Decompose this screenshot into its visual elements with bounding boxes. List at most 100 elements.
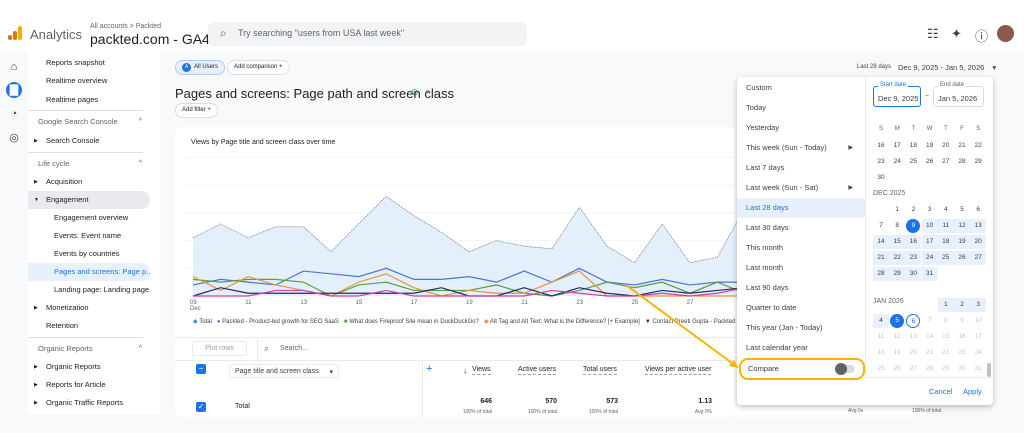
dimension-dropdown[interactable]: Page title and screen class ▾ — [229, 364, 339, 378]
cancel-button[interactable]: Cancel — [929, 387, 952, 396]
calendar-day[interactable]: 18 — [905, 139, 921, 153]
calendar-day[interactable]: 29 — [970, 155, 986, 169]
sidebar-item[interactable]: ▶ Acquisition — [28, 173, 150, 191]
home-icon[interactable]: ⌂ — [6, 59, 22, 75]
calendar-day[interactable]: 5 — [890, 314, 905, 328]
column-views-per-active-user[interactable]: Views per active user — [645, 366, 712, 375]
date-option[interactable]: Today — [737, 98, 865, 118]
search-input[interactable]: Try searching "users from USA last week" — [238, 28, 404, 38]
calendar-day[interactable]: 12 — [954, 219, 970, 233]
search-bar[interactable]: ⌕ Try searching "users from USA last wee… — [208, 22, 527, 46]
calendar-day[interactable]: 30 — [873, 171, 889, 185]
sidebar-item[interactable]: Engagement overview — [28, 209, 150, 227]
sidebar-item[interactable]: Life cycle ^ — [28, 155, 150, 173]
calendar-day[interactable]: 21 — [954, 139, 970, 153]
column-active-users[interactable]: Active users — [518, 366, 557, 375]
calendar-day[interactable]: 28 — [873, 267, 889, 281]
reports-icon[interactable]: ▇ — [6, 82, 22, 98]
calendar-day[interactable]: 8 — [889, 219, 905, 233]
calendar-day[interactable]: 19 — [954, 235, 970, 249]
date-option[interactable]: This week (Sun - Today) ▶ — [737, 138, 865, 158]
date-option[interactable]: Last month — [737, 258, 865, 278]
advertising-icon[interactable]: ◎ — [6, 130, 22, 146]
calendar-day[interactable]: 26 — [954, 251, 970, 265]
calendar-day[interactable]: 20 — [970, 235, 987, 249]
calendar-day[interactable]: 11 — [937, 219, 954, 233]
date-range-selector[interactable]: Dec 9, 2025 - Jan 5, 2026 ▾ — [898, 63, 996, 72]
calendar-day[interactable]: 23 — [905, 251, 922, 265]
help-icon[interactable]: ⓘ — [975, 26, 988, 45]
calendar-day[interactable]: 27 — [970, 251, 987, 265]
breadcrumb[interactable]: All accounts > Packted — [90, 23, 161, 30]
date-option[interactable]: Last calendar year — [737, 338, 865, 358]
calendar-day[interactable]: 19 — [922, 139, 938, 153]
calendar-day[interactable]: 20 — [938, 139, 954, 153]
calendar-day[interactable]: 2 — [954, 298, 970, 312]
calendar-day[interactable]: 1 — [937, 298, 954, 312]
calendar-scrollbar[interactable] — [987, 363, 991, 377]
calendar-day[interactable]: 6 — [970, 203, 986, 217]
date-option[interactable]: Last 28 days — [737, 198, 865, 218]
date-option[interactable]: Last 7 days — [737, 158, 865, 178]
compare-toggle[interactable] — [835, 363, 855, 375]
calendar-day[interactable]: 7 — [873, 219, 889, 233]
sidebar-item[interactable]: ▶ Monetization — [28, 299, 150, 317]
date-option[interactable]: Last 30 days — [737, 218, 865, 238]
chevron-up-icon[interactable]: ^ — [139, 340, 142, 358]
sidebar-item[interactable]: ▶ Organic Reports — [28, 358, 150, 376]
calendar-day[interactable]: 4 — [938, 203, 954, 217]
calendar-day[interactable]: 5 — [954, 203, 970, 217]
sidebar-item[interactable]: Pages and screens: Page p... — [28, 263, 150, 281]
calendar-day[interactable]: 21 — [873, 251, 889, 265]
property-selector[interactable]: packted.com - GA4 ▾ — [90, 31, 221, 48]
calendar-day[interactable]: 16 — [905, 235, 922, 249]
calendar-day[interactable]: 22 — [970, 139, 986, 153]
calendar-day[interactable]: 10 — [921, 219, 938, 233]
date-option[interactable]: Last 90 days — [737, 278, 865, 298]
calendar-day[interactable]: 6 — [906, 314, 921, 328]
column-views[interactable]: Views — [472, 366, 491, 375]
chevron-up-icon[interactable]: ^ — [139, 113, 142, 131]
calendar-day[interactable]: 23 — [873, 155, 889, 169]
calendar-day[interactable]: 28 — [954, 155, 970, 169]
sidebar-item[interactable]: Reports snapshot — [28, 54, 150, 72]
avatar[interactable] — [997, 25, 1014, 42]
calendar-day[interactable]: 14 — [873, 235, 889, 249]
add-comparison-button[interactable]: Add comparison + — [227, 60, 290, 75]
calendar-day[interactable]: 2 — [905, 203, 921, 217]
add-dimension-icon[interactable]: + — [426, 363, 432, 375]
total-row-checkbox[interactable]: ✓ — [196, 402, 206, 412]
legend-item[interactable]: ■ What does Fireproof Site mean in DuckD… — [344, 319, 479, 325]
calendar-day[interactable]: 17 — [921, 235, 938, 249]
date-option[interactable]: Custom — [737, 78, 865, 98]
calendar-day[interactable]: 9 — [906, 219, 921, 233]
select-all-checkbox[interactable]: − — [196, 364, 206, 374]
calendar-day[interactable]: 18 — [937, 235, 954, 249]
explore-icon[interactable]: ◔ — [6, 106, 22, 122]
calendar-day[interactable]: 22 — [889, 251, 906, 265]
title-dropdown-icon[interactable]: ▾ — [426, 88, 430, 96]
calendar-day[interactable]: 13 — [970, 219, 987, 233]
segment-chip-all-users[interactable]: A All Users — [175, 60, 226, 75]
calendar-day[interactable]: 25 — [905, 155, 921, 169]
date-option[interactable]: Last week (Sun - Sat) ▶ — [737, 178, 865, 198]
sidebar-item[interactable]: Realtime overview — [28, 72, 150, 90]
sparkle-icon[interactable]: ✦ — [951, 26, 962, 42]
calendar-day[interactable]: 1 — [889, 203, 905, 217]
legend-item[interactable]: ◆ Alt Tag and Alt Text: What is the Diff… — [484, 319, 640, 325]
calendar-day[interactable]: 24 — [889, 155, 905, 169]
sidebar-item[interactable]: Events: Event name — [28, 227, 150, 245]
calendar-day[interactable]: 15 — [889, 235, 906, 249]
calendar-day[interactable]: 16 — [873, 139, 889, 153]
plot-rows-button[interactable]: Plot rows — [192, 341, 247, 356]
sidebar-item[interactable]: ▼ Engagement — [28, 191, 150, 209]
date-option[interactable]: This month — [737, 238, 865, 258]
apply-button[interactable]: Apply — [963, 387, 982, 396]
sidebar-item[interactable]: Realtime pages — [28, 91, 150, 109]
sidebar-item[interactable]: Organic Reports ^ — [28, 340, 150, 358]
calendar-day[interactable]: 26 — [922, 155, 938, 169]
calendar-day[interactable]: 25 — [937, 251, 954, 265]
date-option[interactable]: Quarter to date — [737, 298, 865, 318]
date-option[interactable]: This year (Jan - Today) — [737, 318, 865, 338]
calendar-day[interactable]: 3 — [922, 203, 938, 217]
